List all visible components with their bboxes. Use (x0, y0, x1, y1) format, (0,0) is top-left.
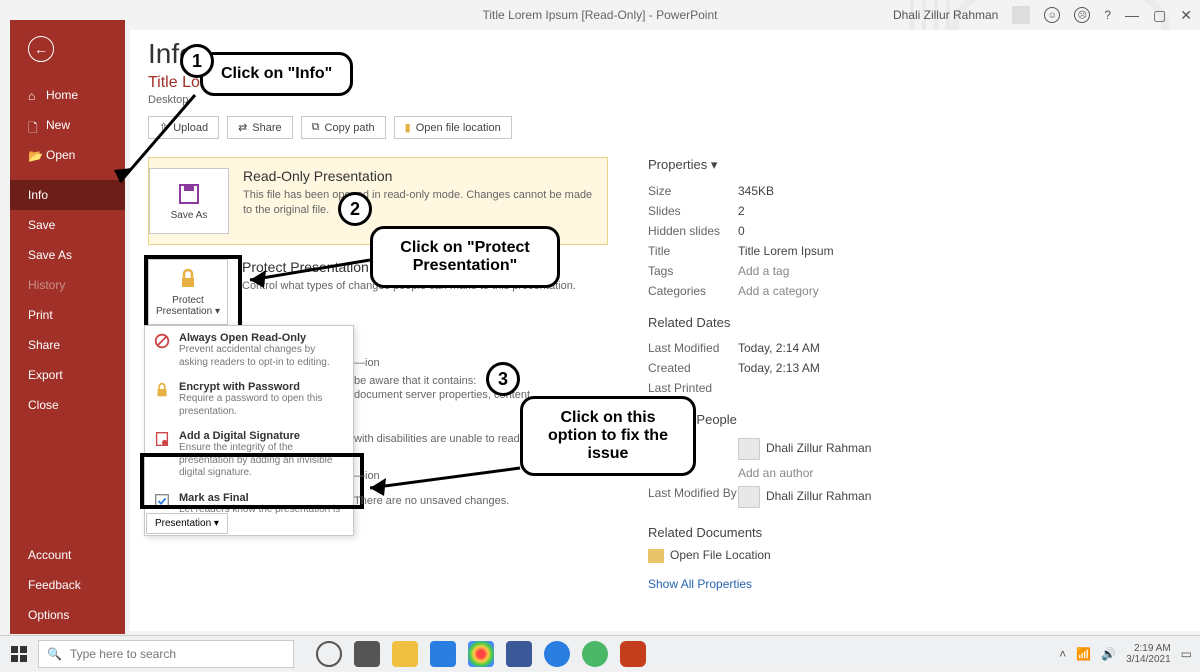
dropdown-encrypt-password[interactable]: Encrypt with PasswordRequire a password … (145, 375, 353, 424)
nav-new[interactable]: 🗋New (10, 110, 125, 140)
protect-dropdown: Always Open Read-OnlyPrevent accidental … (144, 325, 354, 536)
nav-open[interactable]: 📂Open (10, 140, 125, 170)
cortana-icon[interactable] (316, 641, 342, 667)
chrome-icon[interactable] (468, 641, 494, 667)
nav-save-as[interactable]: Save As (10, 240, 125, 270)
app-icon[interactable] (582, 641, 608, 667)
notifications-icon[interactable]: ▭ (1181, 647, 1192, 661)
add-author[interactable]: Add an author (738, 466, 813, 480)
nav-save[interactable]: Save (10, 210, 125, 240)
open-file-location-link[interactable]: Open File Location (648, 548, 1190, 563)
folder-icon (648, 549, 664, 563)
edge-icon[interactable] (544, 641, 570, 667)
action-row: ⇧Upload ⇄Share ⧉Copy path ▮Open file loc… (148, 116, 1190, 139)
dropdown-always-open-readonly[interactable]: Always Open Read-OnlyPrevent accidental … (145, 326, 353, 375)
nav-options[interactable]: Options (10, 600, 125, 630)
link-icon: ⧉ (312, 121, 320, 134)
new-icon: 🗋 (28, 119, 40, 131)
face-smile-icon[interactable]: ☺ (1044, 7, 1060, 23)
lock-icon (153, 381, 171, 399)
nav-export[interactable]: Export (10, 360, 125, 390)
readonly-heading: Read-Only Presentation (243, 168, 595, 184)
clock[interactable]: 2:19 AM3/14/2021 (1126, 643, 1171, 665)
protect-presentation-button[interactable]: Protect Presentation ▾ (148, 259, 228, 325)
maximize-button[interactable]: ▢ (1153, 7, 1166, 24)
properties-panel: Properties ▾ Size345KB Slides2 Hidden sl… (648, 157, 1190, 591)
callout-1: Click on "Info" (200, 52, 353, 96)
task-view-icon[interactable] (354, 641, 380, 667)
tray-chevron-icon[interactable]: ˄ (1059, 647, 1066, 661)
minimize-button[interactable]: — (1125, 7, 1139, 23)
callout-2: Click on "Protect Presentation" (370, 226, 560, 288)
taskbar: 🔍Type here to search ˄ 📶 🔊 2:19 AM3/14/2… (0, 635, 1200, 671)
step-1-badge: 1 (180, 44, 214, 78)
callout-3: Click on this option to fix the issue (520, 396, 696, 476)
copy-path-button[interactable]: ⧉Copy path (301, 116, 386, 139)
nav-close[interactable]: Close (10, 390, 125, 420)
show-all-properties-link[interactable]: Show All Properties (648, 577, 1190, 591)
add-tag[interactable]: Add a tag (738, 264, 789, 278)
nav-info[interactable]: Info (10, 180, 125, 210)
arrow-1 (110, 90, 200, 190)
info-page: Info Title Lorem Ipsum Desktop ⇧Upload ⇄… (130, 30, 1200, 631)
window-title: Title Lorem Ipsum [Read-Only] - PowerPoi… (483, 8, 718, 22)
back-button[interactable]: ← (28, 36, 54, 62)
help-icon[interactable]: ? (1104, 8, 1111, 22)
volume-icon[interactable]: 🔊 (1101, 647, 1116, 661)
search-icon: 🔍 (47, 647, 62, 661)
explorer-icon[interactable] (392, 641, 418, 667)
share-button[interactable]: ⇄Share (227, 116, 293, 139)
properties-heading[interactable]: Properties ▾ (648, 157, 1190, 173)
folder-icon: ▮ (405, 121, 411, 134)
readonly-desc: This file has been opened in read-only m… (243, 188, 595, 218)
readonly-icon (153, 332, 171, 350)
checkmark-icon (153, 492, 171, 510)
backstage-sidebar: ← ⌂Home 🗋New 📂Open Info Save Save As His… (10, 20, 125, 634)
face-frown-icon[interactable]: ☹ (1074, 7, 1090, 23)
taskbar-apps (316, 641, 646, 667)
dropdown-digital-signature[interactable]: Add a Digital SignatureEnsure the integr… (145, 424, 353, 486)
avatar[interactable] (1012, 6, 1030, 24)
nav-print[interactable]: Print (10, 300, 125, 330)
share-icon: ⇄ (238, 121, 247, 134)
arrow-2 (240, 250, 380, 290)
step-2-badge: 2 (338, 192, 372, 226)
search-input[interactable]: 🔍Type here to search (38, 640, 294, 668)
wifi-icon[interactable]: 📶 (1076, 647, 1091, 661)
access-line: with disabilities are unable to read (354, 433, 520, 445)
user-name: Dhali Zillur Rahman (893, 8, 998, 22)
start-button[interactable] (0, 636, 38, 672)
lock-icon (176, 267, 200, 291)
open-icon: 📂 (28, 149, 40, 161)
inspect-heading-partial: —ion (354, 357, 380, 369)
avatar (738, 438, 760, 460)
title-bar: Title Lorem Ipsum [Read-Only] - PowerPoi… (0, 0, 1200, 30)
mail-icon[interactable] (430, 641, 456, 667)
open-file-location-button[interactable]: ▮Open file location (394, 116, 512, 139)
home-icon: ⌂ (28, 89, 40, 101)
inspect-line1: be aware that it contains: (354, 375, 476, 387)
close-button[interactable]: ✕ (1180, 7, 1192, 24)
nav-account[interactable]: Account (10, 540, 125, 570)
related-docs-heading: Related Documents (648, 525, 1190, 540)
avatar (738, 486, 760, 508)
certificate-icon (153, 430, 171, 448)
add-category[interactable]: Add a category (738, 284, 819, 298)
powerpoint-icon[interactable] (620, 641, 646, 667)
related-dates-heading: Related Dates (648, 315, 1190, 330)
manage-presentation-button[interactable]: Presentation ▾ (146, 513, 228, 534)
arrow-3 (360, 460, 530, 500)
nav-history: History (10, 270, 125, 300)
nav-feedback[interactable]: Feedback (10, 570, 125, 600)
system-tray: ˄ 📶 🔊 2:19 AM3/14/2021 ▭ (1059, 643, 1192, 665)
nav-home[interactable]: ⌂Home (10, 80, 125, 110)
nav-share[interactable]: Share (10, 330, 125, 360)
store-icon[interactable] (506, 641, 532, 667)
step-3-badge: 3 (486, 362, 520, 396)
related-people-heading: Related People (648, 412, 1190, 427)
